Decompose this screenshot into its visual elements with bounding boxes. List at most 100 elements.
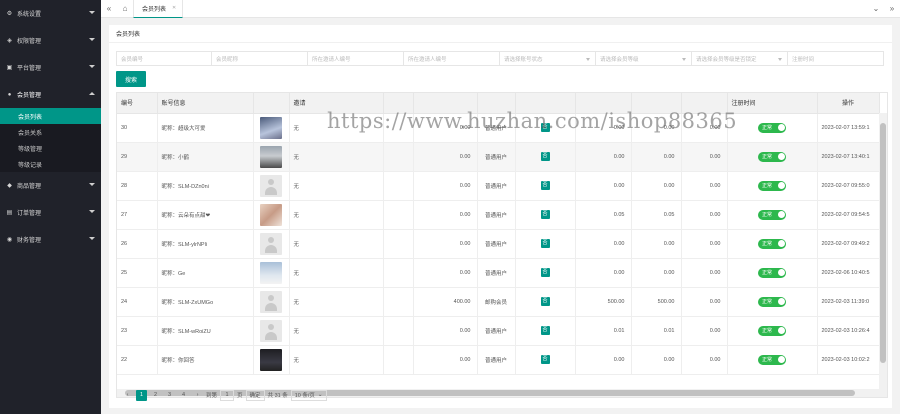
lock-badge: 否	[540, 355, 550, 364]
register-time: 2023-02-03 11:39:0	[817, 287, 880, 317]
inviter-id-input[interactable]: 所在邀请人编号	[308, 51, 404, 66]
status-toggle[interactable]: 正常	[758, 122, 786, 133]
lock-badge: 否	[540, 239, 550, 248]
chevron-up-icon	[89, 92, 95, 95]
member-level-select[interactable]: 请选择会员等级	[596, 51, 692, 66]
status-toggle[interactable]: 正常	[758, 296, 786, 307]
member-nickname: 昵称：云朵有点甜❤	[157, 200, 254, 230]
status-cell: 正常	[727, 316, 818, 346]
value-4: 0.00	[681, 200, 728, 230]
value-2: 0.00	[575, 258, 632, 288]
sidebar-item-permissions[interactable]: ◈ 权限管理	[0, 27, 101, 54]
table-row: 29 昵称：小鹤无 0.00 普通用户否 0.00 0.00 0.00 正常 2023-02-0…	[117, 142, 880, 172]
sidebar-item-label: 订单管理	[17, 211, 42, 217]
confirm-button[interactable]: 确定	[245, 389, 265, 401]
total-count: 共 31 条	[267, 393, 288, 399]
search-button[interactable]: 搜索	[116, 71, 146, 87]
status-toggle[interactable]: 正常	[758, 325, 786, 336]
status-toggle[interactable]: 正常	[758, 209, 786, 220]
page-2[interactable]: 2	[150, 390, 161, 401]
next-page-icon[interactable]: ›	[192, 390, 203, 401]
status-toggle[interactable]: 正常	[758, 267, 786, 278]
page-4[interactable]: 4	[178, 390, 189, 401]
tab-bar: « ⌂ 会员列表 ✕ ⌄ »	[101, 0, 900, 18]
register-time-input[interactable]: 注册时间	[788, 51, 884, 66]
avatar[interactable]	[260, 261, 282, 284]
home-icon[interactable]: ⌂	[117, 0, 133, 18]
chevron-down-icon[interactable]: ⌄	[868, 0, 884, 18]
member-id-input[interactable]: 会员编号	[116, 51, 212, 66]
avatar[interactable]	[260, 319, 282, 342]
sidebar-subitem-member-relations[interactable]: 会员关系	[0, 124, 101, 140]
inviter: 无	[289, 258, 384, 288]
avatar[interactable]	[260, 145, 282, 168]
avatar[interactable]	[260, 348, 282, 371]
sidebar-subitem-level-management[interactable]: 等级管理	[0, 140, 101, 156]
avatar[interactable]	[260, 290, 282, 313]
balance-value: 0.00	[413, 142, 478, 172]
avatar[interactable]	[260, 116, 282, 139]
sidebar-item-finance[interactable]: ◉ 财务管理	[0, 226, 101, 253]
col-header-id[interactable]: 编号	[117, 93, 158, 114]
chevron-down-icon	[89, 65, 95, 68]
chevron-down-icon	[89, 210, 95, 213]
member-nickname: 昵称：SLM-DZn0ni	[157, 171, 254, 201]
value-2: 0.00	[575, 229, 632, 259]
main-panel: 会员列表 会员编号 会员昵称 所在邀请人编号 所在邀请人编号 请选择账号状态 请…	[109, 25, 892, 408]
member-id: 25	[117, 258, 158, 288]
sidebar-item-members[interactable]: ● 会员管理	[0, 81, 101, 108]
value-3: 0.00	[631, 142, 682, 172]
page-3[interactable]: 3	[164, 390, 175, 401]
empty-cell	[383, 171, 414, 201]
lock-cell: 否	[515, 171, 576, 201]
sidebar-item-label: 权限管理	[17, 39, 42, 45]
value-4: 0.00	[681, 258, 728, 288]
avatar[interactable]	[260, 232, 282, 255]
avatar[interactable]	[260, 203, 282, 226]
member-nickname-input[interactable]: 会员昵称	[212, 51, 308, 66]
sidebar-item-orders[interactable]: ▤ 订单管理	[0, 199, 101, 226]
value-4: 0.00	[681, 229, 728, 259]
col-header-status	[681, 93, 728, 114]
page-size-select[interactable]: 10 条/页 ⌄	[290, 389, 327, 401]
sidebar-item-system-settings[interactable]: ⚙ 系统设置	[0, 0, 101, 27]
status-toggle[interactable]: 正常	[758, 180, 786, 191]
sidebar-item-platform[interactable]: ▣ 平台管理	[0, 54, 101, 81]
vertical-scrollbar[interactable]	[879, 113, 887, 397]
close-icon[interactable]: ✕	[172, 5, 176, 11]
account-status-select[interactable]: 请选择账号状态	[500, 51, 596, 66]
avatar-cell	[253, 200, 290, 230]
value-3: 0.05	[631, 200, 682, 230]
member-level: 普通用户	[477, 229, 516, 259]
gear-icon: ⚙	[6, 11, 13, 17]
avatar[interactable]	[260, 174, 282, 197]
status-toggle[interactable]: 正常	[758, 238, 786, 249]
level-lock-select[interactable]: 请选择会员等级是否锁定	[692, 51, 788, 66]
value-3: 0.00	[631, 229, 682, 259]
sidebar: ⚙ 系统设置 ◈ 权限管理 ▣ 平台管理 ● 会员管理 会员列表 会员关系 等级…	[0, 0, 101, 414]
table-row: 25 昵称：Ge 无 0.00 普通用户否 0.00 0.00 0.00 正常 2023-02-0…	[117, 258, 880, 288]
value-2: 0.01	[575, 316, 632, 346]
prev-page-icon[interactable]: ‹	[122, 390, 133, 401]
scroll-right-icon[interactable]: »	[884, 0, 900, 18]
status-toggle[interactable]: 正常	[758, 354, 786, 365]
inviter: 无	[289, 200, 384, 230]
member-id: 26	[117, 229, 158, 259]
col-header-avatar	[253, 93, 290, 114]
table-row: 28 昵称：SLM-DZn0ni 无 0.00 普通用户否 0.00 0.00 0.00 正常 2…	[117, 171, 880, 201]
status-toggle[interactable]: 正常	[758, 151, 786, 162]
member-id: 28	[117, 171, 158, 201]
page-1[interactable]: 1	[136, 389, 147, 401]
sidebar-item-goods[interactable]: ◆ 商品管理	[0, 172, 101, 199]
inviter-id-input-2[interactable]: 所在邀请人编号	[404, 51, 500, 66]
sidebar-subitem-member-list[interactable]: 会员列表	[0, 108, 101, 124]
table-row: 22 昵称：你回答无 0.00 普通用户否 0.00 0.00 0.00 正常 2023-02-…	[117, 345, 880, 375]
member-level: 普通用户	[477, 345, 516, 375]
inviter: 无	[289, 113, 384, 143]
page-number-input[interactable]: 1	[220, 389, 235, 401]
scroll-left-icon[interactable]: «	[101, 0, 117, 18]
member-id: 22	[117, 345, 158, 375]
sidebar-subitem-level-records[interactable]: 等级记录	[0, 156, 101, 172]
tab-member-list[interactable]: 会员列表 ✕	[133, 0, 184, 18]
member-id: 24	[117, 287, 158, 317]
